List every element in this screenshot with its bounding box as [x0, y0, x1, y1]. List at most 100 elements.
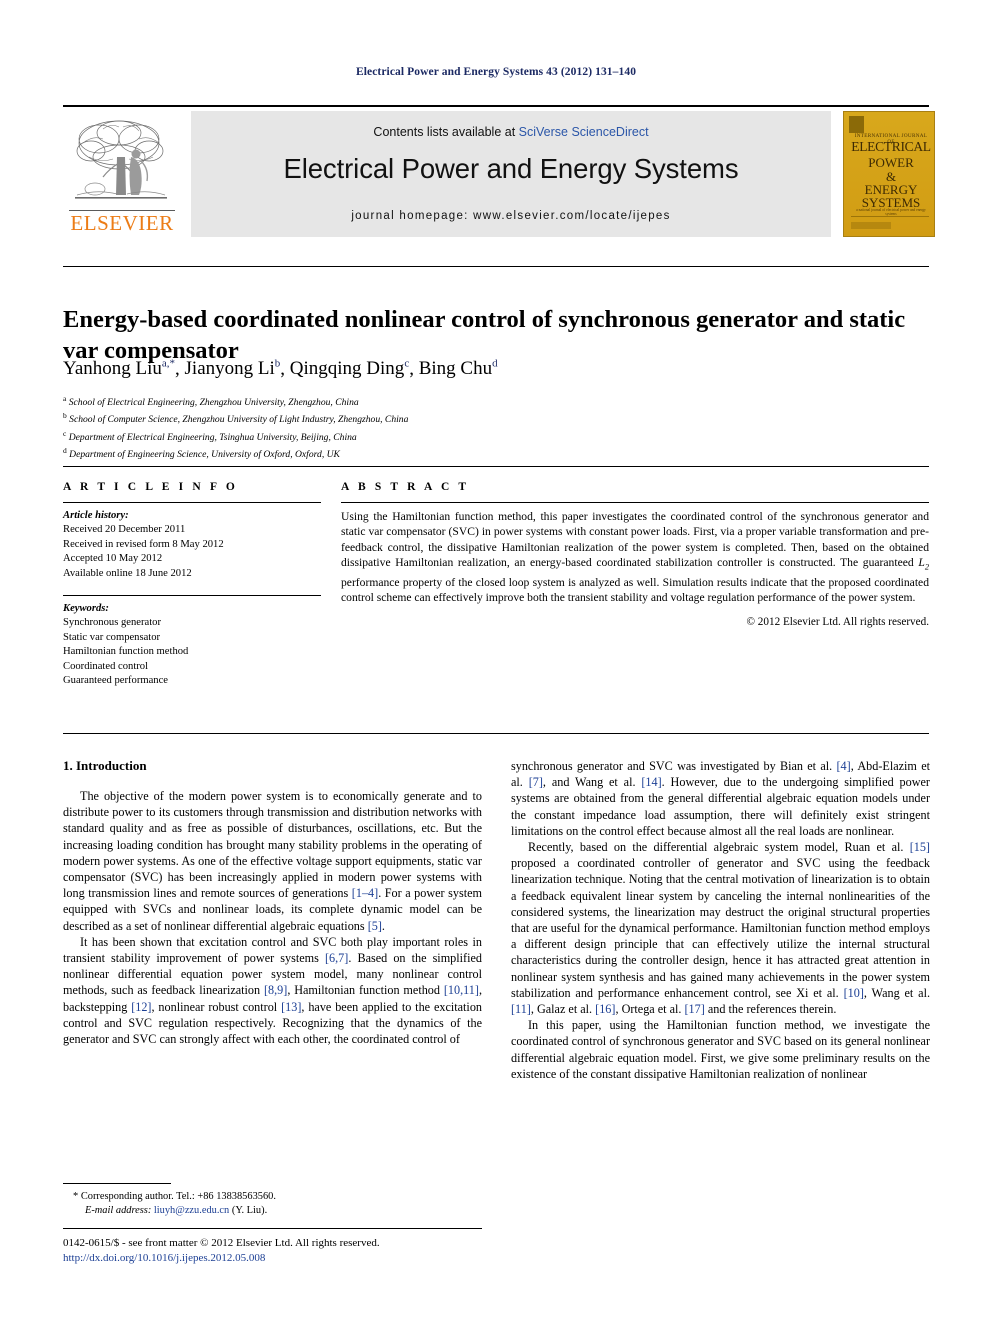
cover-footer-block: [851, 222, 891, 229]
keyword-item: Hamiltonian function method: [63, 646, 189, 658]
paragraph: Recently, based on the differential alge…: [511, 840, 931, 1017]
author-list: Yanhong Liua,*, Jianyong Lib, Qingqing D…: [63, 358, 498, 380]
cover-tagline: a national journal of electrical power a…: [856, 208, 926, 216]
author-4-marks: d: [492, 358, 498, 370]
abstract-heading: A B S T R A C T: [341, 481, 470, 493]
corresponding-author-note: * Corresponding author. Tel.: +86 138385…: [63, 1190, 482, 1204]
citation-ref[interactable]: [15]: [910, 840, 930, 854]
cover-line-electrical: ELECTRICAL: [851, 139, 931, 154]
issn-copyright-line: 0142-0615/$ - see front matter © 2012 El…: [63, 1237, 380, 1249]
cover-line-power: POWER: [868, 155, 914, 170]
journal-cover-art: INTERNATIONAL JOURNAL OF ELECTRICAL POWE…: [844, 112, 934, 236]
author-1-name: Yanhong Liu: [63, 358, 162, 380]
email-link[interactable]: liuyh@zzu.edu.cn: [154, 1205, 229, 1216]
author-2-name: Jianyong Li: [184, 358, 275, 380]
article-info-rule-2: [63, 595, 321, 597]
keyword-item: Synchronous generator: [63, 617, 161, 629]
citation-ref[interactable]: [6,7]: [325, 951, 348, 965]
affiliation-c-text: Department of Electrical Engineering, Ts…: [68, 431, 357, 443]
contents-prefix: Contents lists available at: [373, 125, 519, 139]
body-divider: [63, 733, 929, 734]
citation-ref[interactable]: [12]: [131, 1000, 151, 1014]
abstract-part-2: performance property of the closed loop …: [341, 575, 929, 605]
paragraph: It has been shown that excitation contro…: [63, 934, 483, 1047]
citation-ref[interactable]: [11]: [511, 1002, 531, 1016]
article-info-column: A R T I C L E I N F O Article history: R…: [63, 481, 321, 688]
contents-available-line: Contents lists available at SciVerse Sci…: [191, 125, 831, 139]
citation-ref[interactable]: [10]: [844, 986, 864, 1000]
affiliation-c: c Department of Electrical Engineering, …: [63, 427, 663, 444]
corresponding-author-text: Corresponding author. Tel.: +86 13838563…: [80, 1191, 276, 1202]
title-divider: [63, 266, 929, 267]
author-2[interactable]: Jianyong Lib: [185, 358, 281, 379]
body-column-right: synchronous generator and SVC was invest…: [511, 758, 930, 1082]
article-history-label: Article history:: [63, 510, 129, 521]
abstract-part-1: Using the Hamiltonian function method, t…: [341, 510, 929, 570]
affiliation-a-text: School of Electrical Engineering, Zhengz…: [68, 397, 359, 409]
affiliation-d: d Department of Engineering Science, Uni…: [63, 444, 663, 461]
author-2-marks: b: [274, 358, 281, 370]
masthead-top-rule: [63, 105, 929, 107]
affiliation-b-mark: b: [63, 411, 67, 421]
paragraph: synchronous generator and SVC was invest…: [511, 759, 930, 838]
abstract-l-subscript: 2: [924, 562, 929, 572]
cover-publisher-icon: [849, 116, 864, 133]
citation-ref[interactable]: [1–4]: [352, 886, 378, 900]
author-1[interactable]: Yanhong Liua,*: [63, 358, 175, 379]
footnote-rule: [63, 1183, 171, 1184]
cover-divider: [851, 216, 929, 217]
keyword-item: Coordinated control: [63, 660, 149, 672]
citation-ref[interactable]: [8,9]: [264, 983, 287, 997]
footnote-marker: *: [73, 1191, 79, 1202]
paragraph: The objective of the modern power system…: [63, 789, 482, 933]
history-received: Received 20 December 2011: [63, 524, 186, 536]
affiliation-a-mark: a: [63, 394, 67, 403]
article-info-heading: A R T I C L E I N F O: [63, 481, 238, 493]
history-revised: Received in revised form 8 May 2012: [63, 538, 224, 550]
citation-ref[interactable]: [16]: [595, 1002, 615, 1016]
section-heading-introduction: 1. Introduction: [63, 758, 147, 773]
citation-ref[interactable]: [17]: [685, 1002, 705, 1016]
author-4[interactable]: Bing Chud: [419, 358, 498, 379]
author-1-marks: a,*: [161, 358, 176, 370]
article-history-block: Article history: Received 20 December 20…: [63, 509, 321, 581]
citation-ref[interactable]: [13]: [281, 1000, 301, 1014]
footnote-block: * Corresponding author. Tel.: +86 138385…: [63, 1190, 482, 1218]
abstract-column: A B S T R A C T Using the Hamiltonian fu…: [341, 481, 929, 628]
affiliation-b-text: School of Computer Science, Zhengzhou Un…: [69, 414, 409, 426]
citation-ref[interactable]: [5]: [368, 919, 382, 933]
keyword-item: Guaranteed performance: [63, 675, 168, 687]
journal-masthead: ELSEVIER Contents lists available at Sci…: [63, 105, 935, 237]
history-online: Available online 18 June 2012: [63, 567, 192, 579]
email-label: E-mail address:: [85, 1205, 152, 1216]
keyword-item: Static var compensator: [63, 631, 161, 643]
citation-ref[interactable]: [10,11]: [444, 983, 479, 997]
affiliation-c-mark: c: [63, 428, 67, 438]
running-head: Electrical Power and Energy Systems 43 (…: [355, 66, 637, 78]
author-3[interactable]: Qingqing Dingc: [290, 358, 409, 379]
author-4-name: Bing Chu: [418, 358, 493, 380]
affiliation-b: b School of Computer Science, Zhengzhou …: [63, 409, 663, 426]
journal-band: Contents lists available at SciVerse Sci…: [191, 111, 831, 237]
journal-homepage-link[interactable]: journal homepage: www.elsevier.com/locat…: [191, 210, 831, 222]
abstract-rule: [341, 502, 929, 503]
info-divider: [63, 466, 929, 467]
affiliation-d-mark: d: [63, 446, 67, 456]
paper-page: Electrical Power and Energy Systems 43 (…: [0, 0, 992, 1323]
doi-link[interactable]: http://dx.doi.org/10.1016/j.ijepes.2012.…: [63, 1251, 563, 1266]
keywords-block: Keywords: Synchronous generator Static v…: [63, 602, 321, 688]
footer-block: 0142-0615/$ - see front matter © 2012 El…: [63, 1236, 563, 1265]
email-suffix: (Y. Liu).: [231, 1205, 268, 1216]
sciencedirect-link[interactable]: SciVerse ScienceDirect: [519, 125, 649, 139]
body-column-left: 1. Introduction The objective of the mod…: [63, 758, 482, 1047]
article-info-rule-1: [63, 502, 321, 503]
journal-title: Electrical Power and Energy Systems: [283, 153, 739, 184]
affiliation-list: a School of Electrical Engineering, Zhen…: [63, 392, 663, 462]
affiliation-d-text: Department of Engineering Science, Unive…: [69, 449, 340, 461]
citation-ref[interactable]: [7]: [529, 775, 543, 789]
citation-ref[interactable]: [14]: [641, 775, 661, 789]
abstract-copyright: © 2012 Elsevier Ltd. All rights reserved…: [746, 615, 930, 628]
elsevier-tree-icon: [69, 113, 173, 209]
abstract-text: Using the Hamiltonian function method, t…: [341, 509, 929, 606]
citation-ref[interactable]: [4]: [836, 759, 850, 773]
